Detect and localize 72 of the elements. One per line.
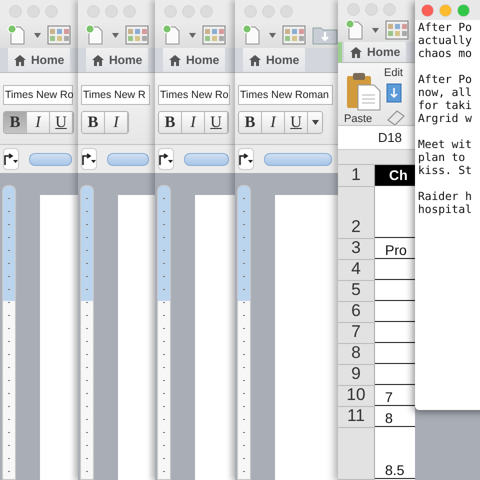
row-header[interactable]: 5: [338, 280, 375, 302]
gallery-icon[interactable]: [47, 24, 71, 46]
caret-icon[interactable]: [34, 32, 41, 38]
text-style-button[interactable]: U: [285, 112, 308, 133]
home-icon: [249, 54, 261, 66]
fill-down-icon[interactable]: [386, 83, 402, 104]
home-icon: [350, 46, 362, 58]
home-icon: [14, 54, 26, 66]
text-style-button[interactable]: I: [105, 112, 128, 133]
home-icon: [169, 54, 181, 66]
row-header[interactable]: 4: [338, 260, 375, 281]
text-style-button[interactable]: B: [239, 112, 262, 133]
horizontal-ruler: [264, 152, 332, 166]
note-paragraph: After Po actually chaos mo: [418, 21, 472, 60]
cell-reference: D18: [378, 130, 402, 146]
row-header[interactable]: 6: [338, 302, 375, 323]
text-style-button[interactable]: I: [27, 112, 50, 133]
group-label: Edit: [384, 67, 403, 82]
clipboard-icon: [344, 71, 382, 112]
caret-icon[interactable]: [312, 120, 318, 125]
caret-icon[interactable]: [269, 32, 276, 38]
paragraph-direction-icon[interactable]: [158, 148, 174, 170]
horizontal-ruler: [29, 152, 72, 166]
row-header[interactable]: 7: [338, 322, 375, 344]
row-header[interactable]: 11: [338, 406, 375, 428]
home-tab[interactable]: Home: [8, 48, 70, 72]
caret-icon[interactable]: [189, 32, 196, 38]
paste-button[interactable]: Paste: [344, 67, 384, 126]
window-control-icon[interactable]: [421, 4, 434, 16]
font-name-field[interactable]: Times New Ro: [3, 85, 73, 105]
text-style-button[interactable]: U: [205, 112, 228, 133]
text-style-button[interactable]: I: [182, 112, 205, 133]
note-paragraph: Raider h hospital: [418, 190, 472, 216]
row-header[interactable]: 8: [338, 344, 375, 365]
horizontal-ruler: [107, 152, 149, 166]
gallery-icon[interactable]: [202, 24, 226, 46]
row-header[interactable]: 10: [338, 386, 375, 407]
text-style-button[interactable]: B: [159, 112, 182, 133]
gallery-icon[interactable]: [125, 24, 149, 46]
paragraph-direction-icon[interactable]: [81, 148, 97, 170]
home-tab[interactable]: Home: [243, 48, 306, 72]
caret-icon[interactable]: [372, 28, 379, 33]
text-style-button[interactable]: B: [82, 112, 105, 133]
column-header[interactable]: [375, 150, 415, 165]
text-style-button[interactable]: I: [262, 112, 285, 133]
font-name-field[interactable]: Times New Roman: [238, 85, 333, 105]
gallery-icon[interactable]: [282, 24, 306, 46]
row-header[interactable]: 1: [338, 164, 375, 187]
row-header[interactable]: 2: [338, 186, 375, 239]
row-header[interactable]: [338, 428, 375, 480]
home-icon: [92, 54, 104, 66]
paragraph-direction-icon[interactable]: [3, 148, 19, 170]
home-tab[interactable]: Home: [344, 42, 406, 62]
text-style-button[interactable]: B: [4, 112, 27, 133]
home-tab[interactable]: Home: [86, 48, 148, 72]
row-header[interactable]: 3: [338, 238, 375, 260]
font-name-field[interactable]: Times New Ro: [158, 85, 230, 105]
note-paragraph: After Po now, all for taki Argrid w: [418, 73, 472, 125]
font-name-field[interactable]: Times New R: [81, 85, 150, 105]
table-cell: Ch: [375, 164, 415, 186]
row-header[interactable]: 9: [338, 364, 375, 386]
caret-icon[interactable]: [112, 32, 119, 38]
table-cell: 8.5: [375, 428, 415, 479]
home-tab[interactable]: Home: [163, 48, 226, 72]
paragraph-direction-icon[interactable]: [238, 148, 254, 170]
window-control-icon[interactable]: [457, 4, 470, 16]
horizontal-ruler: [184, 152, 229, 166]
select-all-corner[interactable]: [338, 150, 375, 165]
text-style-button[interactable]: U: [50, 112, 73, 133]
note-paragraph: Meet wit plan to kiss. St: [418, 138, 472, 177]
gallery-icon[interactable]: [385, 19, 409, 42]
table-cell: 8: [375, 406, 415, 427]
